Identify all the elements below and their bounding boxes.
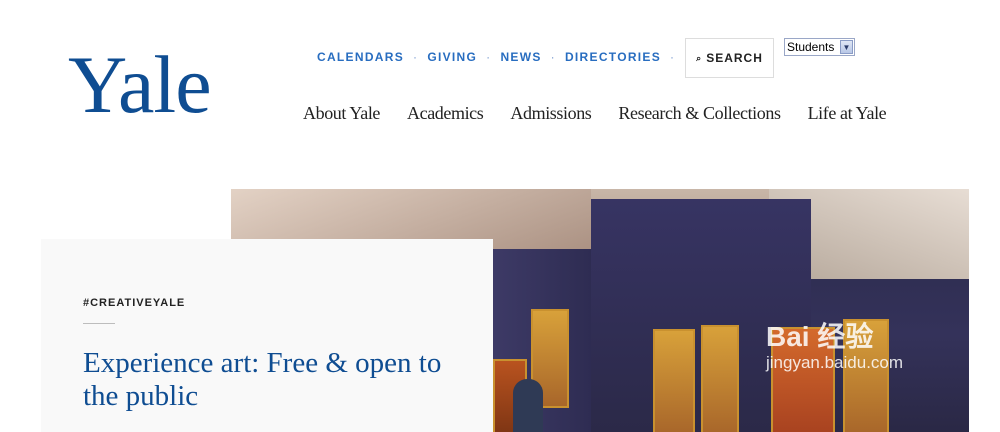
feature-card[interactable]: #CREATIVEYALE Experience art: Free & ope… — [41, 239, 493, 432]
chevron-down-icon[interactable]: ▼ — [840, 40, 853, 54]
main-nav-about[interactable]: About Yale — [303, 103, 380, 124]
utility-link-directories[interactable]: DIRECTORIES — [565, 50, 661, 64]
hero-painting — [701, 325, 739, 432]
utility-nav: CALENDARS · GIVING · NEWS · DIRECTORIES … — [317, 50, 684, 64]
search-icon: ⌕ — [696, 52, 703, 63]
audience-select-value: Students — [787, 40, 835, 54]
search-label: SEARCH — [706, 51, 763, 65]
feature-headline[interactable]: Experience art: Free & open to the publi… — [83, 347, 463, 413]
main-nav-admissions[interactable]: Admissions — [510, 103, 591, 124]
utility-separator: · — [413, 50, 419, 64]
watermark-url: jingyan.baidu.com — [766, 352, 904, 372]
utility-link-news[interactable]: NEWS — [500, 50, 541, 64]
feature-divider — [83, 323, 115, 324]
feature-tag[interactable]: #CREATIVEYALE — [83, 297, 185, 309]
main-nav: About Yale Academics Admissions Research… — [303, 103, 887, 124]
utility-link-giving[interactable]: GIVING — [427, 50, 477, 64]
yale-logo[interactable]: Yale — [68, 44, 212, 126]
watermark-logo: Bai 经验 — [766, 321, 874, 352]
audience-select[interactable]: Students ▼ — [784, 38, 855, 56]
utility-link-calendars[interactable]: CALENDARS — [317, 50, 404, 64]
utility-separator: · — [670, 50, 676, 64]
baidu-watermark: Bai 经验 jingyan.baidu.com — [766, 321, 904, 373]
hero-visitor — [513, 379, 543, 432]
utility-separator: · — [486, 50, 492, 64]
main-nav-life-at-yale[interactable]: Life at Yale — [808, 103, 887, 124]
utility-separator: · — [550, 50, 556, 64]
hero-painting — [653, 329, 695, 432]
main-nav-research-collections[interactable]: Research & Collections — [618, 103, 781, 124]
search-button[interactable]: ⌕ SEARCH — [685, 38, 774, 78]
main-nav-academics[interactable]: Academics — [407, 103, 484, 124]
